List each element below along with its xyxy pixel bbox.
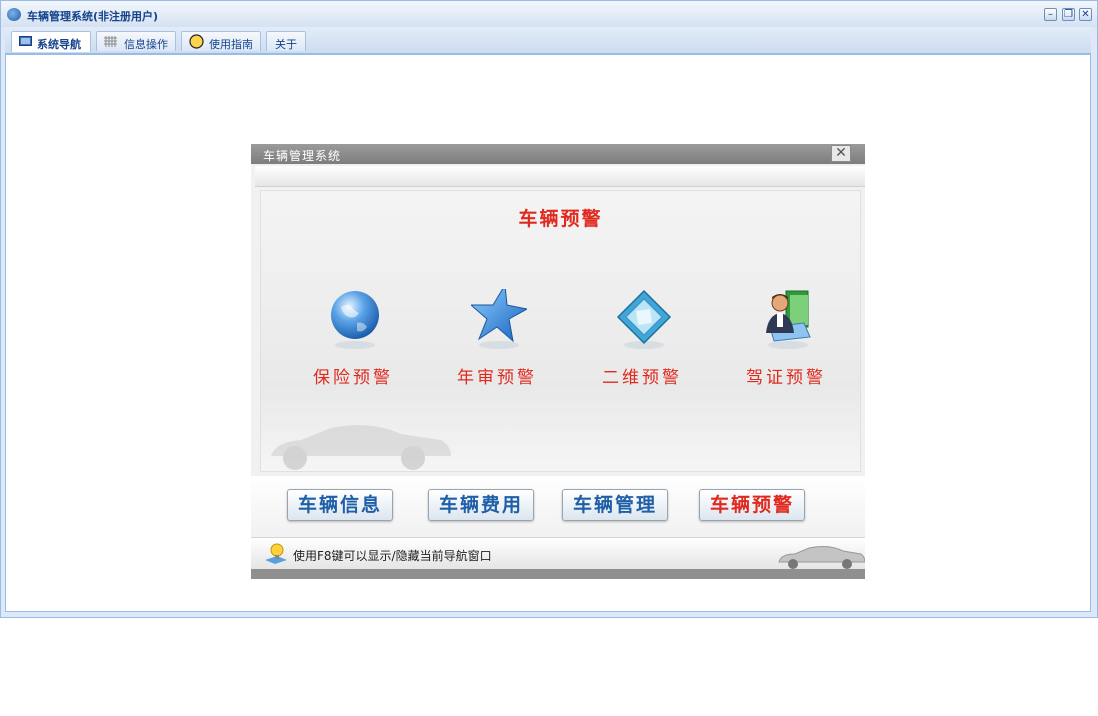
annual-review-warning-item[interactable]: 年审预警 bbox=[437, 289, 557, 399]
dialog-toolbar-strip bbox=[255, 166, 865, 187]
dialog-status-bar: 使用F8键可以显示/隐藏当前导航窗口 bbox=[251, 537, 865, 570]
lightbulb-icon bbox=[265, 543, 287, 564]
close-button[interactable]: ✕ bbox=[1079, 8, 1092, 21]
2d-warning-item[interactable]: 二维预警 bbox=[582, 289, 702, 399]
panel-title: 车辆预警 bbox=[518, 208, 603, 230]
tab-about[interactable]: 关于 bbox=[266, 31, 306, 51]
tab-label: 使用指南 bbox=[209, 38, 253, 51]
car-icon bbox=[778, 546, 865, 569]
insurance-warning-item[interactable]: 保险预警 bbox=[293, 289, 413, 399]
feature-label: 二维预警 bbox=[602, 368, 682, 388]
dialog-close-button[interactable]: ✕ bbox=[831, 145, 851, 162]
license-warning-item[interactable]: 驾证预警 bbox=[726, 289, 846, 399]
car-watermark-icon bbox=[271, 425, 451, 470]
person-book-icon bbox=[766, 290, 811, 349]
status-hint: 使用F8键可以显示/隐藏当前导航窗口 bbox=[293, 549, 492, 563]
vehicle-management-button[interactable]: 车辆管理 bbox=[562, 489, 668, 521]
window-title: 车辆管理系统(非注册用户) bbox=[27, 10, 159, 23]
restore-button[interactable]: ❐ bbox=[1062, 8, 1075, 21]
feature-label: 驾证预警 bbox=[746, 368, 826, 388]
globe-icon bbox=[331, 291, 379, 349]
vehicle-cost-button[interactable]: 车辆费用 bbox=[428, 489, 534, 521]
grid-icon bbox=[104, 36, 117, 47]
tab-strip: 系统导航 信息操作 使用指南 关于 bbox=[5, 27, 1091, 54]
tab-label: 信息操作 bbox=[124, 38, 168, 51]
dialog-bottom-edge bbox=[251, 569, 865, 579]
monitor-icon bbox=[19, 36, 32, 46]
tab-system-navigation[interactable]: 系统导航 bbox=[11, 31, 91, 52]
diamond-card-icon bbox=[616, 289, 672, 349]
vehicle-warning-button[interactable]: 车辆预警 bbox=[699, 489, 805, 521]
dialog-title-bar[interactable]: 车辆管理系统 ✕ bbox=[251, 144, 865, 164]
nav-dialog: 车辆管理系统 ✕ 车辆预警 保险预警 年审预警 二维预警 驾证预警 车辆信息 车… bbox=[251, 144, 865, 579]
vehicle-info-button[interactable]: 车辆信息 bbox=[287, 489, 393, 521]
tab-label: 系统导航 bbox=[37, 38, 81, 51]
warning-panel: 车辆预警 保险预警 年审预警 二维预警 驾证预警 bbox=[260, 190, 861, 472]
tab-label: 关于 bbox=[275, 38, 297, 51]
feature-label: 年审预警 bbox=[457, 368, 537, 388]
tab-info-operation[interactable]: 信息操作 bbox=[96, 31, 176, 51]
tab-user-guide[interactable]: 使用指南 bbox=[181, 31, 261, 51]
dialog-title: 车辆管理系统 bbox=[263, 149, 342, 163]
module-button-row: 车辆信息 车辆费用 车辆管理 车辆预警 bbox=[251, 476, 865, 536]
star-icon bbox=[471, 289, 527, 349]
help-icon bbox=[189, 34, 204, 49]
feature-label: 保险预警 bbox=[313, 368, 393, 388]
title-bar: 车辆管理系统(非注册用户) – ❐ ✕ bbox=[1, 1, 1097, 27]
minimize-button[interactable]: – bbox=[1044, 8, 1057, 21]
app-logo-icon bbox=[7, 8, 21, 21]
